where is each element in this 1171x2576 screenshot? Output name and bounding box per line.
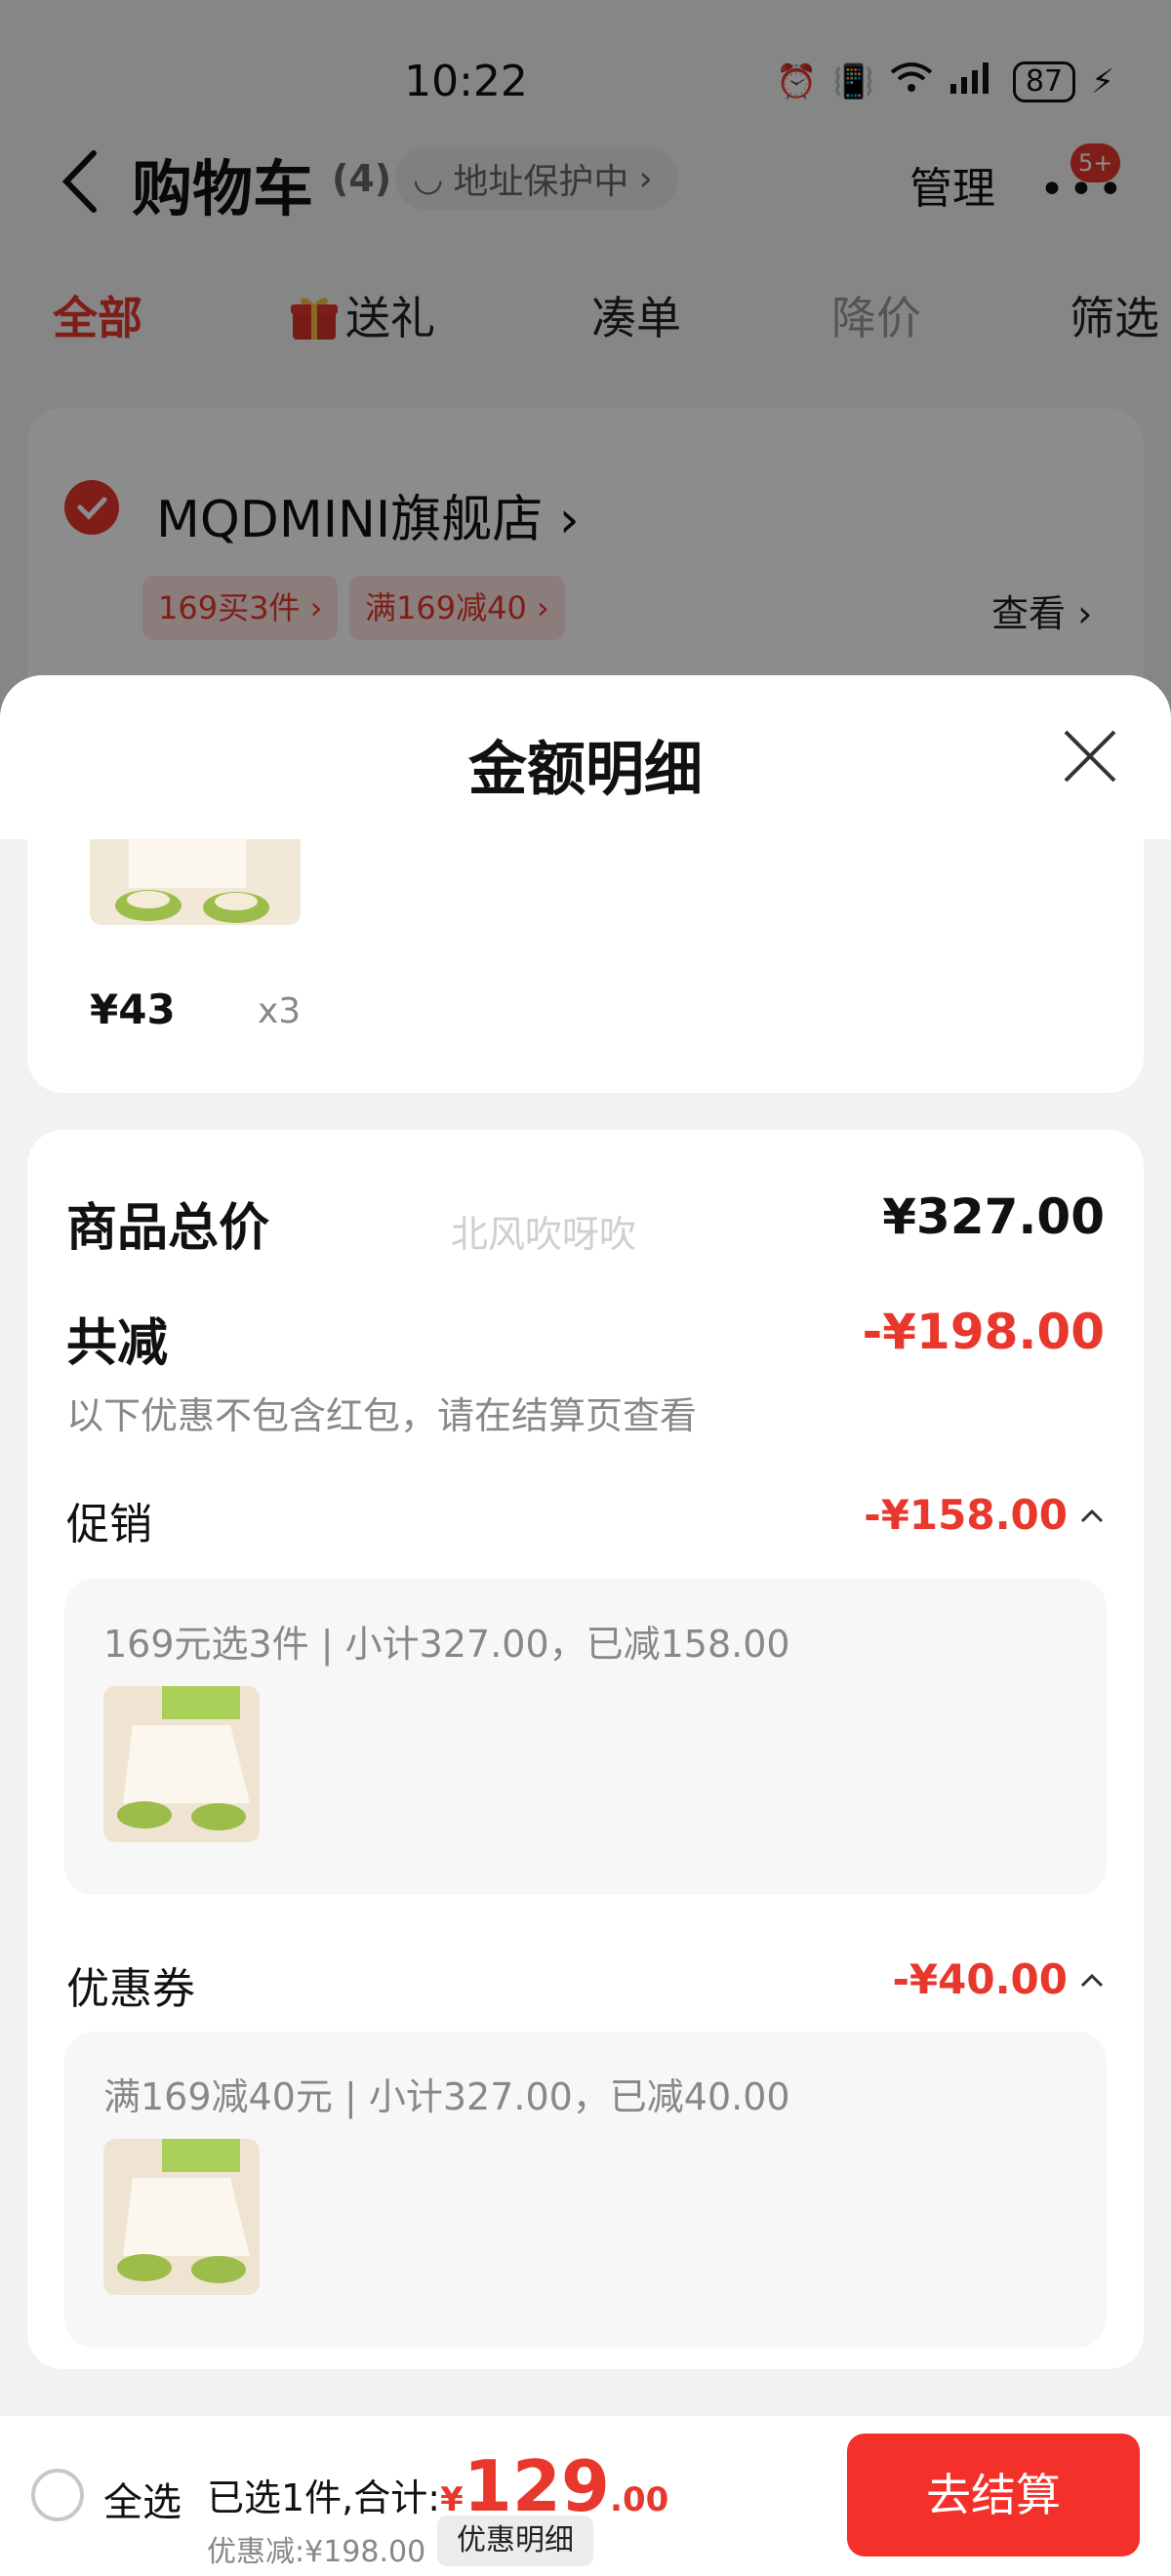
checkout-bar: 全选 已选1件,合计: ¥ 129 .00 优惠减:¥198.00 优惠明细 去… bbox=[0, 2416, 1171, 2576]
discount-note: 以下优惠不包含红包，请在结算页查看 bbox=[66, 1394, 698, 1437]
total-label: 商品总价 bbox=[66, 1199, 270, 1258]
close-icon[interactable] bbox=[1062, 728, 1118, 785]
amount-detail-sheet: 金额明细 ¥43 x3 商品总价 ¥327.00 北风吹呀吹 共减 -¥198.… bbox=[0, 675, 1171, 2576]
select-all-checkbox[interactable] bbox=[31, 2469, 84, 2521]
coupon-detail-box: 满169减40元 | 小计327.00，已减40.00 bbox=[64, 2032, 1107, 2348]
checkout-button[interactable]: 去结算 bbox=[847, 2434, 1140, 2556]
promo-label: 促销 bbox=[66, 1500, 152, 1550]
discount-detail-button[interactable]: 优惠明细 bbox=[437, 2516, 593, 2566]
total-summary: 已选1件,合计: ¥ 129 .00 bbox=[207, 2445, 669, 2527]
reduce-value: -¥198.00 bbox=[862, 1304, 1106, 1360]
product-thumbnail[interactable] bbox=[90, 839, 301, 925]
currency-symbol: ¥ bbox=[440, 2480, 464, 2519]
coupon-detail-text: 满169减40元 | 小计327.00，已减40.00 bbox=[103, 2075, 790, 2118]
goods-card: ¥43 x3 bbox=[27, 839, 1144, 1093]
coupon-label: 优惠券 bbox=[66, 1964, 195, 2014]
discount-summary: 优惠减:¥198.00 bbox=[207, 2535, 426, 2569]
select-all-label[interactable]: 全选 bbox=[103, 2471, 182, 2527]
summary-prefix: 已选1件,合计: bbox=[207, 2476, 441, 2519]
coupon-value: -¥40.00 bbox=[892, 1955, 1068, 2003]
promo-detail-box: 169元选3件 | 小计327.00，已减158.00 bbox=[64, 1579, 1107, 1895]
watermark: 北风吹呀吹 bbox=[451, 1213, 637, 1256]
total-decimal: .00 bbox=[610, 2480, 669, 2519]
coupon-toggle[interactable]: -¥40.00 bbox=[892, 1955, 1105, 2003]
reduce-label: 共减 bbox=[66, 1314, 169, 1373]
total-value: ¥327.00 bbox=[882, 1188, 1105, 1245]
goods-quantity: x3 bbox=[258, 991, 302, 1031]
sheet-title: 金额明细 bbox=[468, 736, 703, 804]
chevron-up-icon bbox=[1080, 1509, 1104, 1522]
price-detail-card: 商品总价 ¥327.00 北风吹呀吹 共减 -¥198.00 以下优惠不包含红包… bbox=[27, 1130, 1144, 2369]
promo-value: -¥158.00 bbox=[864, 1491, 1068, 1539]
product-thumbnail[interactable] bbox=[103, 1686, 260, 1842]
sheet-header: 金额明细 bbox=[0, 675, 1171, 839]
promo-detail-text: 169元选3件 | 小计327.00，已减158.00 bbox=[103, 1623, 790, 1666]
promo-toggle[interactable]: -¥158.00 bbox=[864, 1491, 1105, 1539]
product-thumbnail[interactable] bbox=[103, 2139, 260, 2295]
chevron-up-icon bbox=[1080, 1973, 1104, 1987]
goods-price: ¥43 bbox=[90, 986, 176, 1033]
total-integer: 129 bbox=[463, 2445, 611, 2527]
